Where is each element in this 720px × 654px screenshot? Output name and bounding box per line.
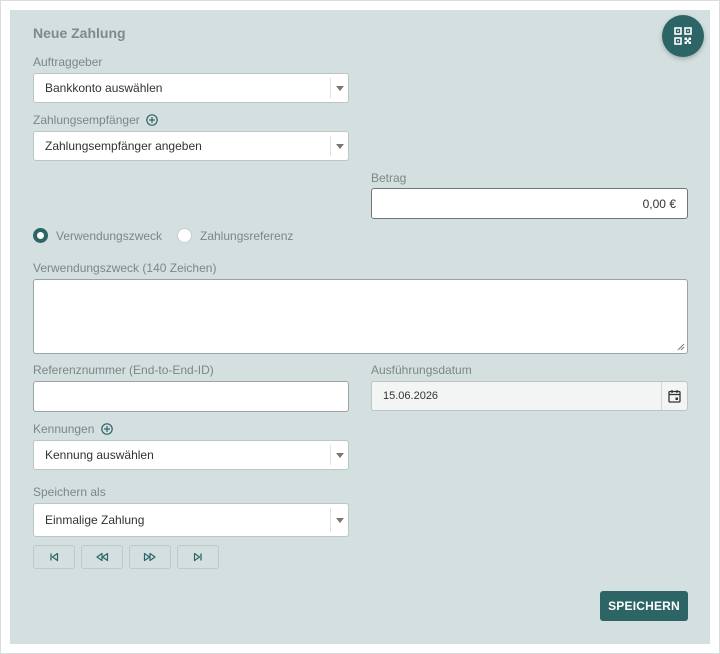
skip-first-icon — [50, 552, 59, 562]
qr-code-button[interactable] — [662, 15, 704, 57]
datum-input[interactable]: 15.06.2026 — [371, 381, 688, 411]
calendar-icon — [668, 390, 681, 403]
plus-circle-icon[interactable] — [100, 423, 113, 435]
referenz-label: Referenznummer (End-to-End-ID) — [33, 363, 214, 377]
save-button[interactable]: SPEICHERN — [600, 591, 688, 621]
kennungen-label-row: Kennungen — [33, 422, 113, 436]
first-button[interactable] — [33, 545, 75, 569]
auftraggeber-label: Auftraggeber — [33, 55, 103, 69]
skip-last-icon — [193, 552, 202, 562]
speichern-als-value: Einmalige Zahlung — [45, 513, 145, 527]
chevron-down-icon — [330, 136, 348, 156]
plus-circle-icon[interactable] — [146, 114, 158, 126]
last-button[interactable] — [177, 545, 219, 569]
kennungen-select[interactable]: Kennung auswählen — [33, 440, 349, 470]
rewind-icon — [96, 552, 109, 562]
rewind-button[interactable] — [81, 545, 123, 569]
forward-button[interactable] — [129, 545, 171, 569]
betrag-value: 0,00 € — [642, 196, 676, 211]
chevron-down-icon — [330, 445, 348, 465]
resize-handle-icon[interactable] — [677, 343, 685, 351]
page-title: Neue Zahlung — [33, 25, 126, 41]
chevron-down-icon — [330, 508, 348, 532]
calendar-button[interactable] — [661, 382, 687, 410]
betrag-label: Betrag — [371, 171, 407, 185]
radio-zahlungsreferenz-label: Zahlungsreferenz — [200, 228, 294, 243]
chevron-down-icon — [330, 78, 348, 98]
radio-unselected-indicator — [177, 228, 192, 243]
empfaenger-label: Zahlungsempfänger — [33, 113, 140, 127]
datum-value: 15.06.2026 — [383, 390, 439, 402]
radio-verwendungszweck-label: Verwendungszweck — [56, 228, 163, 243]
auftraggeber-select[interactable]: Bankkonto auswählen — [33, 73, 349, 103]
kennungen-value: Kennung auswählen — [45, 448, 154, 462]
qr-code-icon — [674, 27, 692, 45]
datum-label: Ausführungsdatum — [371, 363, 472, 377]
empfaenger-label-row: Zahlungsempfänger — [33, 113, 158, 127]
empfaenger-select[interactable]: Zahlungsempfänger angeben — [33, 131, 349, 161]
fast-forward-icon — [143, 552, 156, 562]
radio-selected-indicator — [33, 228, 48, 243]
empfaenger-value: Zahlungsempfänger angeben — [45, 139, 202, 153]
radio-verwendungszweck[interactable]: Verwendungszweck — [33, 228, 162, 243]
speichern-als-select[interactable]: Einmalige Zahlung — [33, 503, 349, 537]
betrag-input[interactable]: 0,00 € — [371, 188, 688, 219]
referenz-input[interactable] — [33, 381, 349, 412]
auftraggeber-value: Bankkonto auswählen — [45, 81, 163, 95]
radio-zahlungsreferenz[interactable]: Zahlungsreferenz — [177, 228, 293, 243]
verwendungszweck-textarea[interactable] — [33, 279, 688, 354]
speichern-als-label: Speichern als — [33, 485, 106, 499]
kennungen-label: Kennungen — [33, 422, 95, 436]
verwendungszweck-label: Verwendungszweck (140 Zeichen) — [33, 261, 217, 275]
